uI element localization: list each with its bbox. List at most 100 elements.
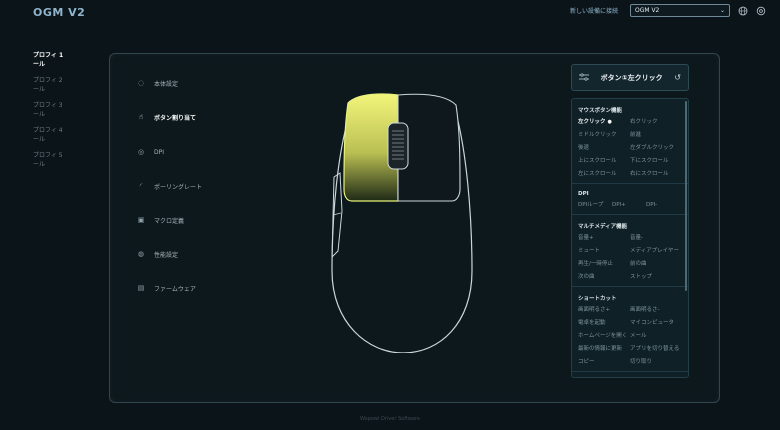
assign-option-label: 前進 xyxy=(630,132,642,138)
assign-option[interactable]: 画面明るさ+ xyxy=(578,305,630,315)
menu-item-label: 本体設定 xyxy=(154,80,179,88)
section-options: 左クリック ● 右クリック ミドルクリック 前進 後退 左ダブルクリック 上にスクロール 下にス… xyxy=(578,117,682,183)
globe-icon[interactable] xyxy=(738,6,748,16)
assign-option-label: アプリを切り替える xyxy=(630,346,680,352)
menu-item-performance[interactable]: ◍ 性能設定 xyxy=(136,249,178,259)
scroll-wheel[interactable] xyxy=(387,122,409,170)
profile-item-2[interactable]: プロフィ 2 ール xyxy=(33,77,75,94)
assign-option[interactable]: メディアプレイヤー xyxy=(630,246,688,256)
menu-item-macro[interactable]: ▣ マクロ定義 xyxy=(136,215,184,225)
section-options: 音量+ 音量- ミュート メディアプレイヤー 再生/一時停止 前の曲 次の曲 ストップ xyxy=(578,233,682,286)
assign-option[interactable]: アプリを切り替える xyxy=(630,344,688,354)
section-options: 画面明るさ+ 画面明るさ- 電卓を起動 マイコンピュータ ホームページを開く メール 最新の… xyxy=(578,305,682,371)
assign-option-label: ストップ xyxy=(630,274,653,280)
assign-option[interactable]: 右にスクロール xyxy=(630,169,688,179)
menu-item-polling-gauge[interactable]: ◜ ポーリングレート xyxy=(136,181,202,191)
section-options: DPIループ DPI+ DPI- xyxy=(578,200,682,214)
assign-option-label: コピー xyxy=(578,359,595,365)
menu-item-power[interactable]: ◌ 本体設定 xyxy=(136,78,178,88)
assign-option-label: 切り取り xyxy=(630,359,653,365)
assign-option[interactable]: 前の曲 xyxy=(630,259,688,269)
main-panel: ◌ 本体設定 ☝ ボタン割り当て ◎ DPI ◜ ポーリングレート ▣ マクロ定義 ◍ 性能設定 ▤ ファ… xyxy=(109,53,720,403)
assign-option[interactable]: 後退 xyxy=(578,143,630,153)
mouse-diagram xyxy=(331,93,473,353)
assign-option[interactable]: 左クリック ● xyxy=(578,117,630,127)
list-scrollbar[interactable] xyxy=(685,101,687,291)
assign-option-label: 右にスクロール xyxy=(630,171,669,177)
assign-option[interactable]: コピー xyxy=(578,357,630,367)
assign-option-label: 音量+ xyxy=(578,235,594,241)
profile-list: プロフィ 1 ール プロフィ 2 ール プロフィ 3 ール プロフィ 4 ール プロフィ… xyxy=(33,52,75,177)
assign-option[interactable]: 最新の情報に更新 xyxy=(578,344,630,354)
menu-item-dpi-target[interactable]: ◎ DPI xyxy=(136,147,164,157)
assign-option-label: ミドルクリック xyxy=(578,132,617,138)
assign-option-label: DPIループ xyxy=(578,202,604,208)
assign-section-1: DPI DPIループ DPI+ DPI- xyxy=(572,184,688,215)
reset-icon[interactable]: ↺ xyxy=(674,73,681,82)
assign-option-label: メール xyxy=(630,333,647,339)
assign-option[interactable]: DPIループ xyxy=(578,200,612,210)
profile-item-4[interactable]: プロフィ 4 ール xyxy=(33,127,75,144)
section-title: ショートカット xyxy=(578,296,617,302)
assign-option[interactable]: 次の曲 xyxy=(578,272,630,282)
assign-option[interactable]: DPI- xyxy=(646,200,680,210)
app-logo: OGM V2 xyxy=(33,6,86,19)
assign-option-label: 左クリック xyxy=(578,119,606,125)
menu-item-pointer[interactable]: ☝ ボタン割り当て xyxy=(136,112,196,122)
connect-new-device-link[interactable]: 新しい設備に接続 xyxy=(570,6,618,15)
assign-option-label: 画面明るさ+ xyxy=(578,307,611,313)
assign-option-label: DPI- xyxy=(646,202,658,208)
profile-item-5[interactable]: プロフィ 5 ール xyxy=(33,152,75,169)
assign-option[interactable]: 音量+ xyxy=(578,233,630,243)
assign-option[interactable]: 電卓を起動 xyxy=(578,318,630,328)
assign-option[interactable]: 画面明るさ- xyxy=(630,305,688,315)
menu-item-label: ボタン割り当て xyxy=(154,114,197,122)
assign-option[interactable]: 右クリック xyxy=(630,117,688,127)
sliders-icon[interactable] xyxy=(579,72,589,83)
assign-option[interactable]: ミドルクリック xyxy=(578,130,630,140)
assign-header-title: ボタン①左クリック xyxy=(600,73,663,82)
assign-option[interactable]: ストップ xyxy=(630,272,688,282)
assign-header: ボタン①左クリック ↺ xyxy=(571,64,689,91)
menu-item-label: ポーリングレート xyxy=(154,183,203,191)
device-select[interactable]: OGM V2 ⌄ xyxy=(630,4,730,17)
assign-option-label: DPI+ xyxy=(612,202,626,208)
assign-section-0: マウスボタン機能 左クリック ● 右クリック ミドルクリック 前進 後退 左ダブルクリック 上に… xyxy=(572,99,688,184)
assign-option[interactable]: 再生/一時停止 xyxy=(578,259,630,269)
footer-text: Wopowi Driver Software xyxy=(359,416,421,422)
assign-option-label: 画面明るさ- xyxy=(630,307,660,313)
assign-option[interactable]: 左にスクロール xyxy=(578,169,630,179)
assign-option-label: 後退 xyxy=(578,145,590,151)
assign-option[interactable]: DPI+ xyxy=(612,200,646,210)
assign-options-list: マウスボタン機能 左クリック ● 右クリック ミドルクリック 前進 後退 左ダブルクリック 上に… xyxy=(571,98,689,378)
section-title: DPI xyxy=(578,191,589,197)
polling-gauge-icon: ◜ xyxy=(139,182,143,190)
assign-option[interactable]: 切り取り xyxy=(630,357,688,367)
assign-option[interactable]: 下にスクロール xyxy=(630,156,688,166)
selected-dot-icon: ● xyxy=(607,119,612,125)
assign-option[interactable]: ミュート xyxy=(578,246,630,256)
assign-option-label: 左にスクロール xyxy=(578,171,617,177)
assign-option[interactable]: 上にスクロール xyxy=(578,156,630,166)
settings-icon[interactable] xyxy=(756,6,766,16)
assign-option[interactable]: メール xyxy=(630,331,688,341)
assign-option[interactable]: 左ダブルクリック xyxy=(630,143,688,153)
assign-option[interactable]: 音量- xyxy=(630,233,688,243)
assign-option[interactable]: ホームページを開く xyxy=(578,331,630,341)
firmware-folder-icon: ▤ xyxy=(137,284,145,292)
assign-option-label: 再生/一時停止 xyxy=(578,261,613,267)
menu-item-firmware-folder[interactable]: ▤ ファームウェア xyxy=(136,283,196,293)
assign-option[interactable]: マイコンピュータ xyxy=(630,318,688,328)
performance-icon: ◍ xyxy=(137,250,145,258)
assign-section-2: マルチメディア機能 音量+ 音量- ミュート メディアプレイヤー 再生/一時停止 前の曲 次の… xyxy=(572,215,688,287)
assign-option-label: 電卓を起動 xyxy=(578,320,606,326)
chevron-down-icon: ⌄ xyxy=(719,7,725,14)
menu-item-label: 性能設定 xyxy=(154,251,179,259)
menu-item-label: ファームウェア xyxy=(154,285,196,293)
profile-item-3[interactable]: プロフィ 3 ール xyxy=(33,102,75,119)
assign-option-label: 右クリック xyxy=(630,119,658,125)
profile-item-1[interactable]: プロフィ 1 ール xyxy=(33,52,75,69)
assign-option[interactable]: 前進 xyxy=(630,130,688,140)
assign-section-3: ショートカット 画面明るさ+ 画面明るさ- 電卓を起動 マイコンピュータ ホームページを開… xyxy=(572,287,688,372)
top-bar-actions: 新しい設備に接続 OGM V2 ⌄ xyxy=(570,4,766,17)
